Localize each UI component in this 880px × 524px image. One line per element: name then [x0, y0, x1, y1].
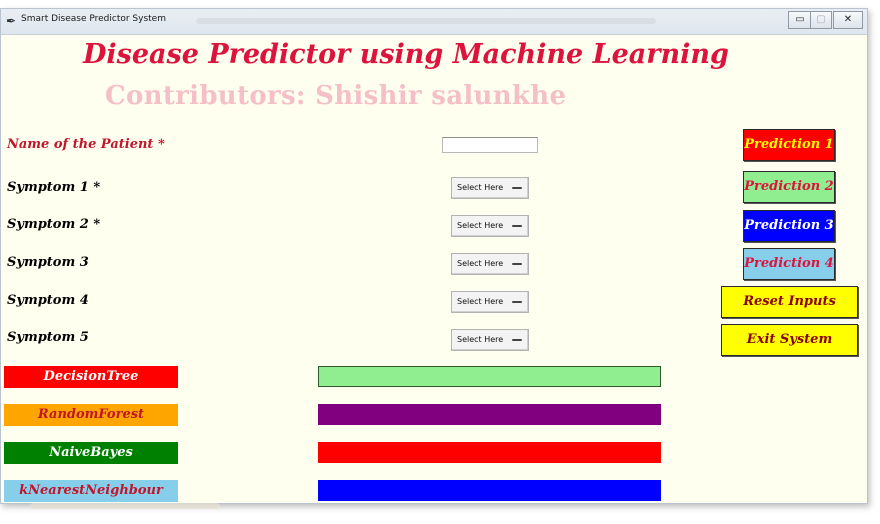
dropdown-indicator-icon [512, 301, 522, 303]
symptom-2-value: Select Here [457, 221, 504, 230]
naive-bayes-label: NaiveBayes [4, 442, 178, 464]
close-button[interactable]: ✕ [833, 11, 863, 29]
page-title: Disease Predictor using Machine Learning [83, 39, 729, 70]
decision-tree-result [318, 366, 661, 387]
minimize-button[interactable]: ▭ [788, 11, 812, 29]
patient-name-label: Name of the Patient * [7, 137, 165, 152]
knn-result [318, 480, 661, 501]
symptom-3-label: Symptom 3 [7, 255, 89, 270]
title-bar[interactable]: ✒ Smart Disease Predictor System ▭ ▢ ✕ [1, 9, 867, 35]
symptom-2-select[interactable]: Select Here [451, 215, 529, 237]
decision-tree-label: DecisionTree [4, 366, 178, 388]
random-forest-label: RandomForest [4, 404, 178, 426]
symptom-5-label: Symptom 5 [7, 330, 89, 345]
symptom-4-select[interactable]: Select Here [451, 291, 529, 313]
maximize-button[interactable]: ▢ [810, 11, 832, 29]
symptom-1-value: Select Here [457, 183, 504, 192]
reset-inputs-button[interactable]: Reset Inputs [721, 286, 858, 318]
taskbar-blur [30, 503, 220, 509]
symptom-3-value: Select Here [457, 259, 504, 268]
main-content: Disease Predictor using Machine Learning… [1, 35, 867, 503]
symptom-2-label: Symptom 2 * [7, 217, 101, 232]
title-bar-blur [196, 18, 656, 24]
prediction-4-button[interactable]: Prediction 4 [743, 248, 835, 280]
naive-bayes-result [318, 442, 661, 463]
prediction-1-button[interactable]: Prediction 1 [743, 129, 835, 161]
dropdown-indicator-icon [512, 263, 522, 265]
symptom-5-value: Select Here [457, 335, 504, 344]
dropdown-indicator-icon [512, 225, 522, 227]
symptom-4-value: Select Here [457, 297, 504, 306]
prediction-3-button[interactable]: Prediction 3 [743, 210, 835, 242]
app-window: ✒ Smart Disease Predictor System ▭ ▢ ✕ D… [0, 8, 868, 504]
prediction-2-button[interactable]: Prediction 2 [743, 171, 835, 203]
knn-label: kNearestNeighbour [4, 480, 178, 502]
patient-name-input[interactable] [442, 137, 538, 153]
feather-icon: ✒ [6, 14, 17, 28]
exit-system-button[interactable]: Exit System [721, 324, 858, 356]
symptom-1-label: Symptom 1 * [7, 180, 101, 195]
symptom-1-select[interactable]: Select Here [451, 177, 529, 199]
symptom-4-label: Symptom 4 [7, 293, 89, 308]
dropdown-indicator-icon [512, 339, 522, 341]
contributors-label: Contributors: Shishir salunkhe [105, 81, 567, 111]
random-forest-result [318, 404, 661, 425]
symptom-5-select[interactable]: Select Here [451, 329, 529, 351]
window-title: Smart Disease Predictor System [21, 14, 166, 24]
dropdown-indicator-icon [512, 187, 522, 189]
symptom-3-select[interactable]: Select Here [451, 253, 529, 275]
